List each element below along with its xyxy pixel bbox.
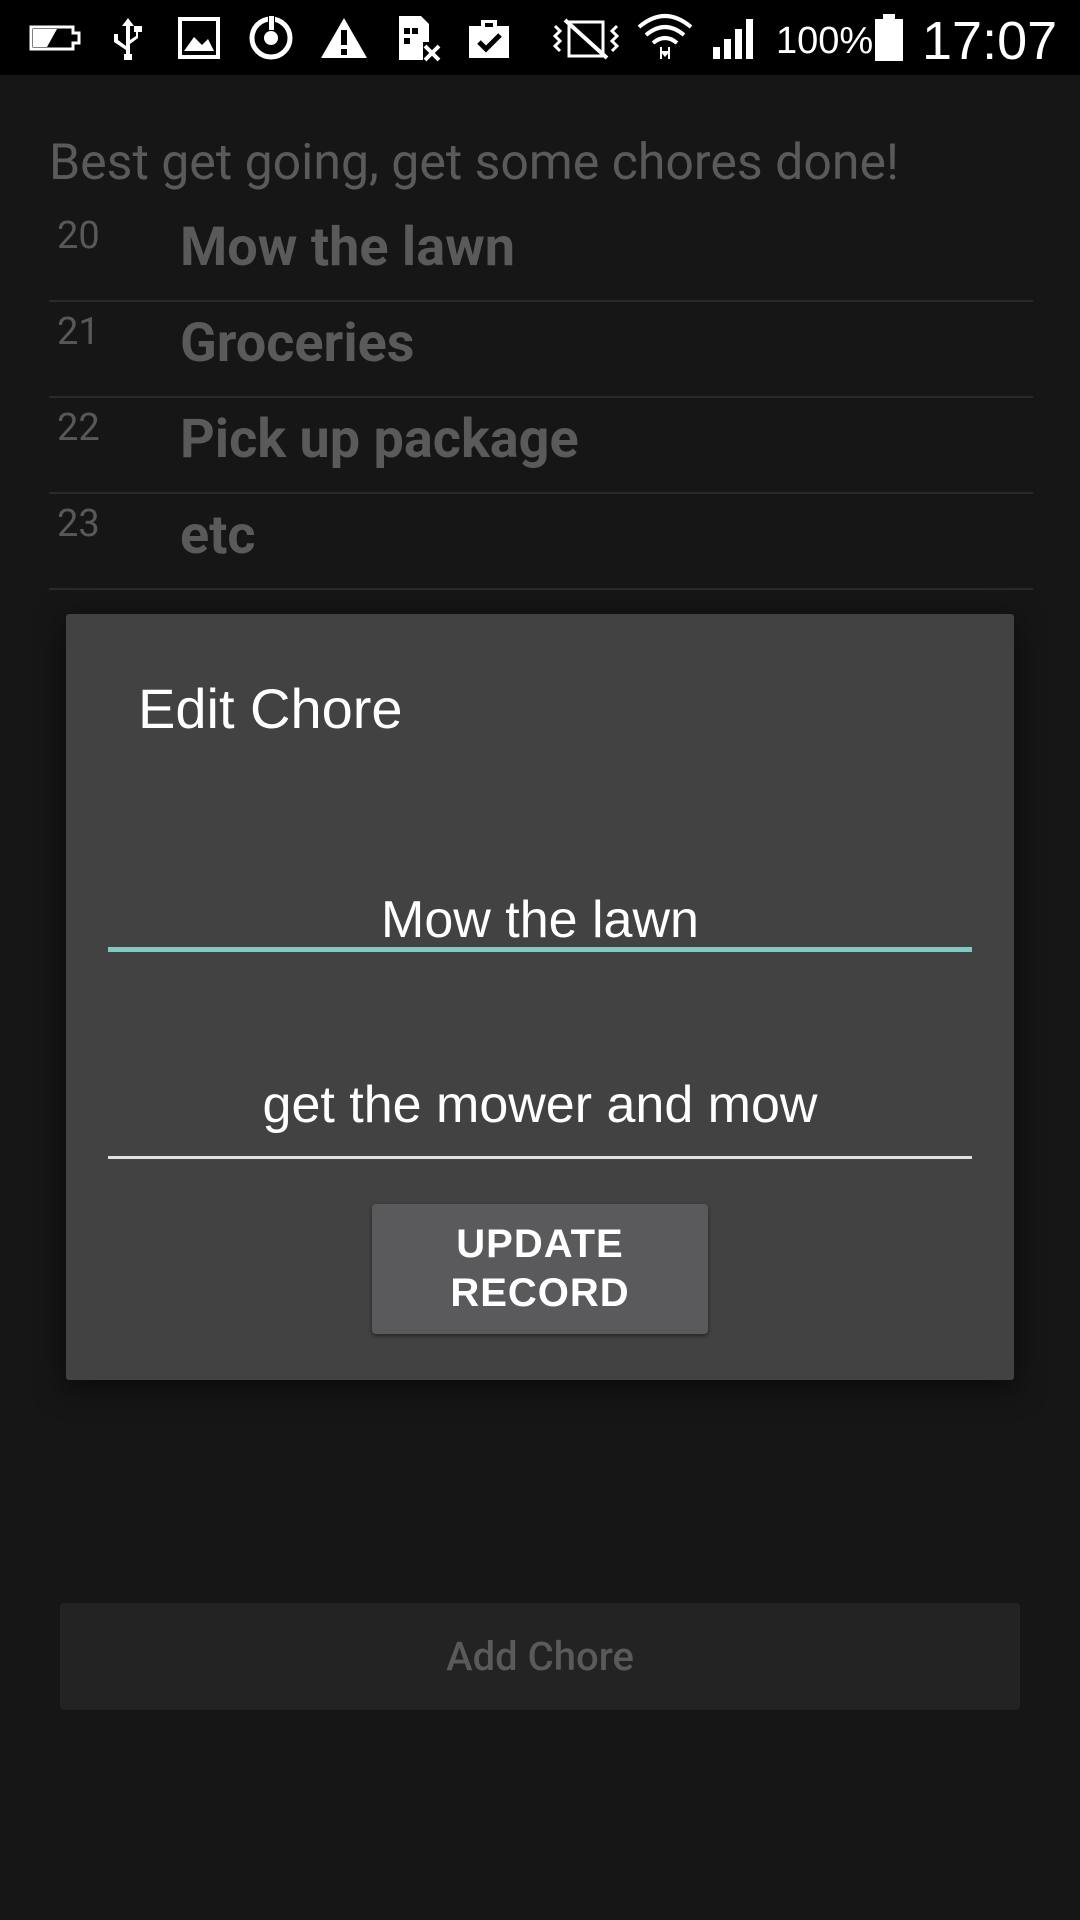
chore-list: 20 Mow the lawn 21 Groceries 22 Pick up … (49, 206, 1033, 590)
vibrate-icon (550, 0, 622, 75)
battery-percent: 100% (776, 20, 874, 62)
chore-title: Groceries (180, 312, 415, 375)
chore-title: etc (180, 504, 256, 567)
dialog-title: Edit Chore (138, 677, 403, 740)
chore-id: 23 (57, 502, 100, 546)
usb-icon (108, 0, 148, 75)
chore-id: 21 (57, 310, 100, 354)
page-heading: Best get going, get some chores done! (49, 134, 899, 192)
battery-icon (872, 0, 906, 75)
list-item[interactable]: 20 Mow the lawn (49, 206, 1033, 302)
clipboard-check-icon (464, 0, 514, 75)
update-record-button[interactable]: UPDATE RECORD (372, 1204, 708, 1334)
list-item[interactable]: 22 Pick up package (49, 398, 1033, 494)
clock: 17:07 (922, 11, 1058, 71)
signal-icon (710, 0, 762, 75)
battery-low-icon (28, 0, 82, 75)
title-input-underline (108, 947, 972, 952)
update-record-label: UPDATE RECORD (450, 1222, 630, 1315)
chore-id: 22 (57, 406, 100, 450)
wifi-icon (636, 0, 694, 75)
sync-icon (246, 0, 296, 75)
list-item[interactable]: 21 Groceries (49, 302, 1033, 398)
chore-description-input[interactable] (108, 1065, 972, 1145)
status-bar: 100% 17:07 (0, 0, 1080, 75)
chore-title: Pick up package (180, 408, 579, 471)
chore-title: Mow the lawn (180, 216, 516, 279)
warning-icon (318, 0, 370, 75)
list-item[interactable]: 23 etc (49, 494, 1033, 590)
chore-id: 20 (57, 214, 100, 258)
description-input-underline (108, 1156, 972, 1159)
edit-chore-dialog: Edit Chore UPDATE RECORD (66, 614, 1014, 1380)
sim-error-icon (394, 0, 442, 75)
add-chore-button[interactable]: Add Chore (60, 1603, 1020, 1710)
image-icon (176, 0, 222, 75)
